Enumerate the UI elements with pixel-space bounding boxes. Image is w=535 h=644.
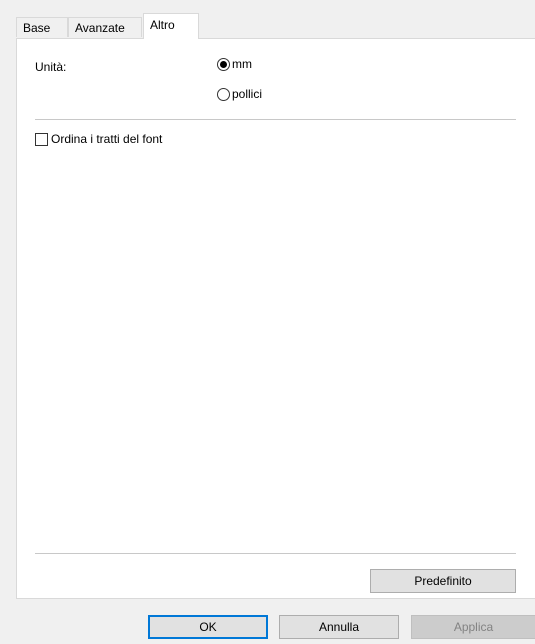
default-button-label: Predefinito	[414, 574, 472, 588]
apply-button-label: Applica	[453, 620, 494, 634]
tab-base-label: Base	[23, 21, 51, 35]
divider	[35, 119, 516, 120]
units-label: Unità:	[35, 60, 67, 74]
radio-checked-icon[interactable]	[217, 57, 230, 71]
tab-base[interactable]: Base	[16, 17, 68, 37]
font-strokes-label: Ordina i tratti del font	[51, 132, 163, 146]
radio-unchecked-icon[interactable]	[217, 87, 230, 101]
checkbox-unchecked-icon[interactable]	[35, 132, 48, 146]
radio-pollici-label: pollici	[232, 87, 263, 101]
radio-pollici[interactable]: pollici	[217, 87, 262, 101]
font-strokes-checkbox-row[interactable]: Ordina i tratti del font	[35, 132, 162, 146]
tab-altro[interactable]: Altro	[143, 13, 199, 39]
tab-avanzate[interactable]: Avanzate	[68, 17, 142, 37]
tab-altro-label: Altro	[150, 18, 175, 32]
radio-dot-icon	[220, 60, 227, 68]
cancel-button-label: Annulla	[318, 620, 360, 634]
divider-bottom	[35, 553, 516, 554]
tab-panel-altro: Unità: mm pollici Ordina i tratti del fo…	[16, 38, 535, 599]
tab-avanzate-label: Avanzate	[75, 21, 125, 35]
ok-button[interactable]: OK	[148, 615, 268, 639]
ok-button-label: OK	[199, 620, 217, 634]
default-button[interactable]: Predefinito	[370, 569, 516, 593]
radio-mm[interactable]: mm	[217, 57, 252, 71]
radio-mm-label: mm	[232, 57, 252, 71]
cancel-button[interactable]: Annulla	[279, 615, 399, 639]
apply-button[interactable]: Applica	[411, 615, 535, 639]
